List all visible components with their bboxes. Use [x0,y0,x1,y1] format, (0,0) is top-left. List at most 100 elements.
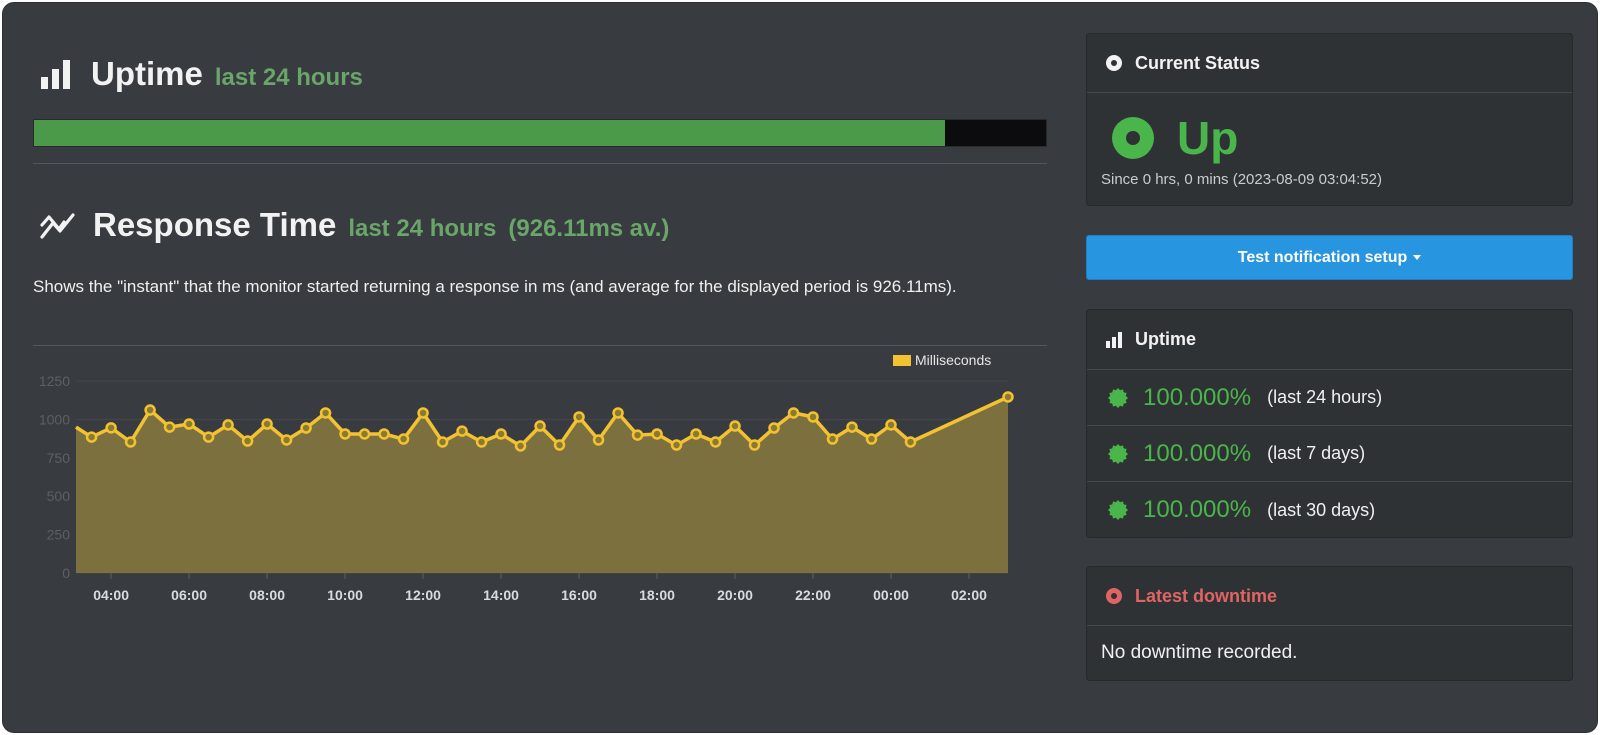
data-point[interactable] [456,425,468,437]
x-tick-label: 18:00 [639,587,675,603]
data-point[interactable] [553,439,566,451]
data-point[interactable] [612,407,624,419]
uptime-percentage: 100.000% [1143,496,1252,523]
y-tick-label: 750 [47,450,71,466]
data-point[interactable] [417,407,429,419]
uptime-period: (last 7 days) [1267,443,1366,463]
test-notification-button[interactable]: Test notification setup [1086,235,1573,280]
data-point[interactable] [631,429,644,441]
uptime-subtitle: last 24 hours [214,64,363,91]
data-point[interactable] [319,407,332,419]
x-tick-label: 22:00 [795,587,831,603]
data-point[interactable] [105,422,117,434]
x-tick-label: 10:00 [327,587,363,603]
uptime-bar-fill [34,120,945,146]
response-time-chart: 0 250 500 750 1000 1250 04:00 06:00 08:00 10:00 1… [39,352,1014,603]
data-point[interactable] [339,428,351,440]
line-chart-icon [40,213,75,239]
bar-chart-icon [41,60,70,89]
data-point[interactable] [729,420,741,432]
data-point[interactable] [397,433,410,445]
uptime-percentage: 100.000% [1143,383,1252,411]
data-point[interactable] [826,433,839,445]
uptime-bar [33,119,1047,147]
data-point[interactable] [1002,391,1014,403]
legend-label: Milliseconds [915,352,991,368]
data-point[interactable] [514,440,527,452]
data-point[interactable] [846,421,858,433]
monitor-dashboard: Uptime last 24 hours Response Time last … [2,2,1598,733]
data-point[interactable] [592,434,605,446]
data-point[interactable] [85,431,98,443]
dot-circle-icon [1106,55,1122,71]
data-point[interactable] [183,418,195,430]
data-point[interactable] [163,421,176,433]
dot-circle-icon [1106,588,1122,604]
y-axis-ticks: 0 250 500 750 1000 1250 [39,373,70,581]
uptime-percentage: 100.000% [1143,439,1252,467]
x-tick-label: 06:00 [171,587,207,603]
data-point[interactable] [202,431,215,443]
data-point[interactable] [573,411,585,423]
uptime-heading: Uptime last 24 hours [39,55,363,93]
x-tick-label: 12:00 [405,587,441,603]
data-point[interactable] [280,434,293,446]
data-point[interactable] [904,436,917,448]
data-point[interactable] [748,439,761,451]
data-point[interactable] [534,420,546,432]
uptime-title: Uptime [91,55,203,92]
uptime-row: 100.000% (last 7 days) [1087,426,1572,482]
latest-downtime-header: Latest downtime [1087,567,1572,626]
caret-down-icon [1413,255,1422,260]
uptime-panel-header: Uptime [1087,310,1572,370]
status-since: Since 0 hrs, 0 mins (2023-08-09 03:04:52… [1101,171,1382,188]
data-point[interactable] [241,435,254,447]
data-point[interactable] [787,407,800,419]
uptime-row: 100.000% (last 30 days) [1087,482,1572,538]
y-tick-label: 500 [47,488,71,504]
data-point[interactable] [651,428,663,440]
data-point[interactable] [358,428,371,440]
data-point[interactable] [378,428,390,440]
data-point[interactable] [261,418,273,430]
uptime-period: (last 30 days) [1267,499,1376,520]
response-time-description: Shows the "instant" that the monitor sta… [33,277,957,296]
current-status-header: Current Status [1087,34,1572,93]
x-tick-label: 20:00 [717,587,753,603]
data-point[interactable] [768,422,780,434]
certificate-icon [1108,387,1128,408]
certificate-icon [1108,500,1128,520]
data-point[interactable] [495,428,507,440]
uptime-panel: Uptime 100.000% (last 24 hours) 100.000%… [1086,309,1573,538]
data-point[interactable] [709,436,722,448]
data-point[interactable] [300,422,312,434]
data-point[interactable] [865,433,878,445]
x-tick-label: 02:00 [951,587,987,603]
data-point[interactable] [436,436,449,448]
y-tick-label: 250 [47,527,71,543]
data-point[interactable] [475,436,488,448]
data-point[interactable] [690,428,702,440]
response-time-average: (926.11ms av.) [508,215,670,242]
y-tick-label: 1250 [39,373,70,389]
y-tick-label: 0 [62,565,70,581]
response-time-heading: Response Time last 24 hours (926.11ms av… [39,206,669,244]
status-indicator: Up [1087,93,1572,165]
y-tick-label: 1000 [39,411,70,427]
current-status-panel: Current Status Up Since 0 hrs, 0 mins (2… [1086,33,1573,206]
x-tick-label: 14:00 [483,587,519,603]
data-point[interactable] [885,419,897,431]
data-point[interactable] [222,419,234,431]
response-time-subtitle: last 24 hours [348,215,497,242]
test-notification-label: Test notification setup [1237,248,1408,266]
uptime-row: 100.000% (last 24 hours) [1087,370,1572,426]
status-up-icon [1112,117,1154,159]
certificate-icon [1108,443,1128,464]
divider [33,345,1047,346]
data-point[interactable] [670,439,683,451]
x-tick-label: 00:00 [873,587,909,603]
data-point[interactable] [807,411,819,423]
uptime-period: (last 24 hours) [1267,387,1383,407]
data-point[interactable] [144,404,156,416]
data-point[interactable] [124,436,137,448]
